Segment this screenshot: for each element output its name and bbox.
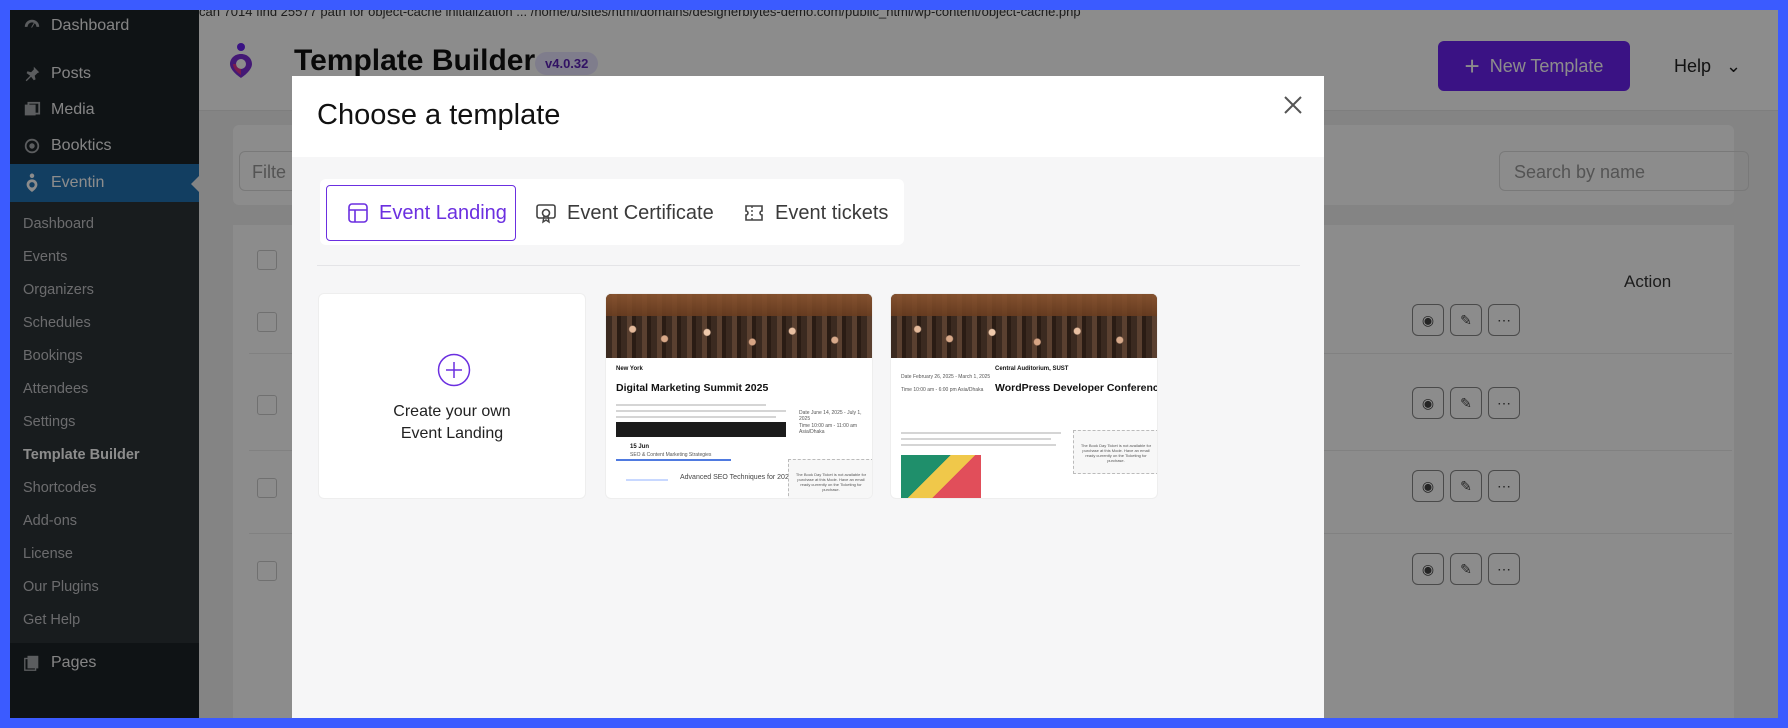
tabs-divider <box>317 265 1300 266</box>
browser-frame: Dashboard Posts Media Booktics Eventin D… <box>10 10 1778 718</box>
schedule-bar <box>616 422 786 437</box>
text-line <box>616 410 786 412</box>
text-line <box>901 432 1061 434</box>
create-own-label: Create your own Event Landing <box>319 401 585 445</box>
template-date: Date June 14, 2025 - July 1, 2025 <box>799 410 862 422</box>
create-own-template-card[interactable]: Create your own Event Landing <box>318 293 586 499</box>
text-line <box>616 404 766 406</box>
template-location: Central Auditorium, SUST <box>995 366 1069 372</box>
add-circle-icon <box>437 353 471 392</box>
template-card[interactable]: Central Auditorium, SUST Date February 2… <box>890 293 1158 499</box>
text-line <box>901 438 1051 440</box>
template-card[interactable]: New York Digital Marketing Summit 2025 D… <box>605 293 873 499</box>
ticket-icon <box>743 202 765 224</box>
audience-photo <box>606 294 872 358</box>
tab-event-tickets[interactable]: Event tickets <box>743 185 888 241</box>
template-title: WordPress Developer Conference 2025 <box>995 382 1157 394</box>
session-title: Advanced SEO Techniques for 2025 <box>680 474 793 481</box>
modal-body: Event Landing Event Certificate Event ti… <box>292 157 1324 718</box>
tab-event-landing[interactable]: Event Landing <box>326 185 516 241</box>
schedule-sub: SEO & Content Marketing Strategies <box>630 452 712 458</box>
audience-photo <box>891 294 1157 358</box>
template-type-tabs: Event Landing Event Certificate Event ti… <box>320 179 904 245</box>
tab-label: Event tickets <box>775 201 889 224</box>
ticket-note: The Book Day Ticket is not available for… <box>795 472 867 492</box>
template-time: Time 10:00 am - 11:00 am Asia/Dhaka <box>799 423 858 435</box>
template-date: Date February 26, 2025 - March 1, 2025 <box>901 374 991 380</box>
ticket-note: The Book Day Ticket is not available for… <box>1080 443 1152 463</box>
choose-template-modal: Choose a template Event Landing Event Ce… <box>292 76 1324 718</box>
tab-label: Event Landing <box>379 201 507 224</box>
promo-banner-image <box>901 455 981 498</box>
tab-event-certificate[interactable]: Event Certificate <box>535 185 714 241</box>
text-line <box>616 416 776 418</box>
session-tag <box>626 479 668 481</box>
text-line <box>901 444 1056 446</box>
modal-header: Choose a template <box>292 76 1324 157</box>
create-own-line1: Create your own <box>393 403 511 420</box>
create-own-line2: Event Landing <box>400 425 504 442</box>
layout-icon <box>347 202 369 224</box>
close-icon[interactable] <box>1282 94 1304 116</box>
modal-title: Choose a template <box>317 99 561 131</box>
template-title: Digital Marketing Summit 2025 <box>616 382 769 394</box>
ticket-box: The Book Day Ticket is not available for… <box>1073 430 1157 474</box>
template-time: Time 10:00 am - 6:00 pm Asia/Dhaka <box>901 387 984 393</box>
schedule-underline <box>616 459 731 461</box>
tab-label: Event Certificate <box>567 201 714 224</box>
ticket-box: The Book Day Ticket is not available for… <box>788 459 872 498</box>
template-location: New York <box>616 366 643 372</box>
certificate-icon <box>535 202 557 224</box>
schedule-day: 15 Jun <box>630 444 650 450</box>
